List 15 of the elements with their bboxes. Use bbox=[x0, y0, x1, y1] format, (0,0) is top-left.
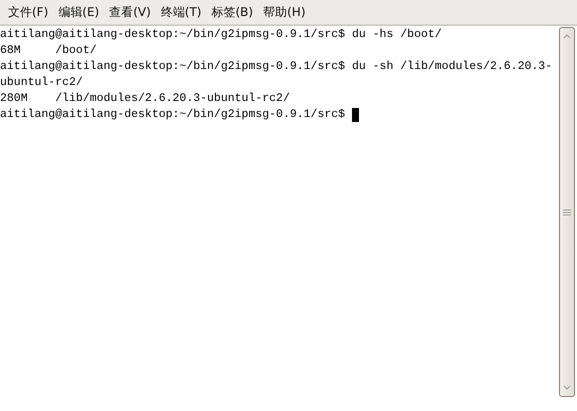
terminal-line: ubuntul-rc2/ bbox=[0, 75, 83, 91]
menu-item[interactable]: 文件(F) bbox=[3, 4, 54, 20]
scroll-down-icon[interactable] bbox=[563, 385, 571, 390]
terminal-line: 280M /lib/modules/2.6.20.3-ubuntul-rc2/ bbox=[0, 91, 290, 107]
menu-item[interactable]: 编辑(E) bbox=[53, 4, 104, 20]
scroll-up-icon[interactable] bbox=[563, 34, 571, 39]
grip-icon bbox=[563, 208, 571, 216]
menu-item[interactable]: 查看(V) bbox=[104, 4, 156, 20]
terminal-line: aitilang@aitilang-desktop:~/bin/g2ipmsg-0.9.1/src$ du -hs /boot/ bbox=[0, 27, 442, 43]
terminal-line: aitilang@aitilang-desktop:~/bin/g2ipmsg-0.9.1/src$ bbox=[0, 107, 346, 123]
menu-item[interactable]: 帮助(H) bbox=[258, 4, 310, 20]
terminal-line: 68M /boot/ bbox=[0, 43, 97, 59]
menu-item[interactable]: 标签(B) bbox=[206, 4, 258, 20]
menu-item[interactable]: 终端(T) bbox=[156, 4, 206, 20]
terminal-line: aitilang@aitilang-desktop:~/bin/g2ipmsg-0.9.1/src$ du -sh /lib/modules/2.6.20.3- bbox=[0, 59, 552, 75]
